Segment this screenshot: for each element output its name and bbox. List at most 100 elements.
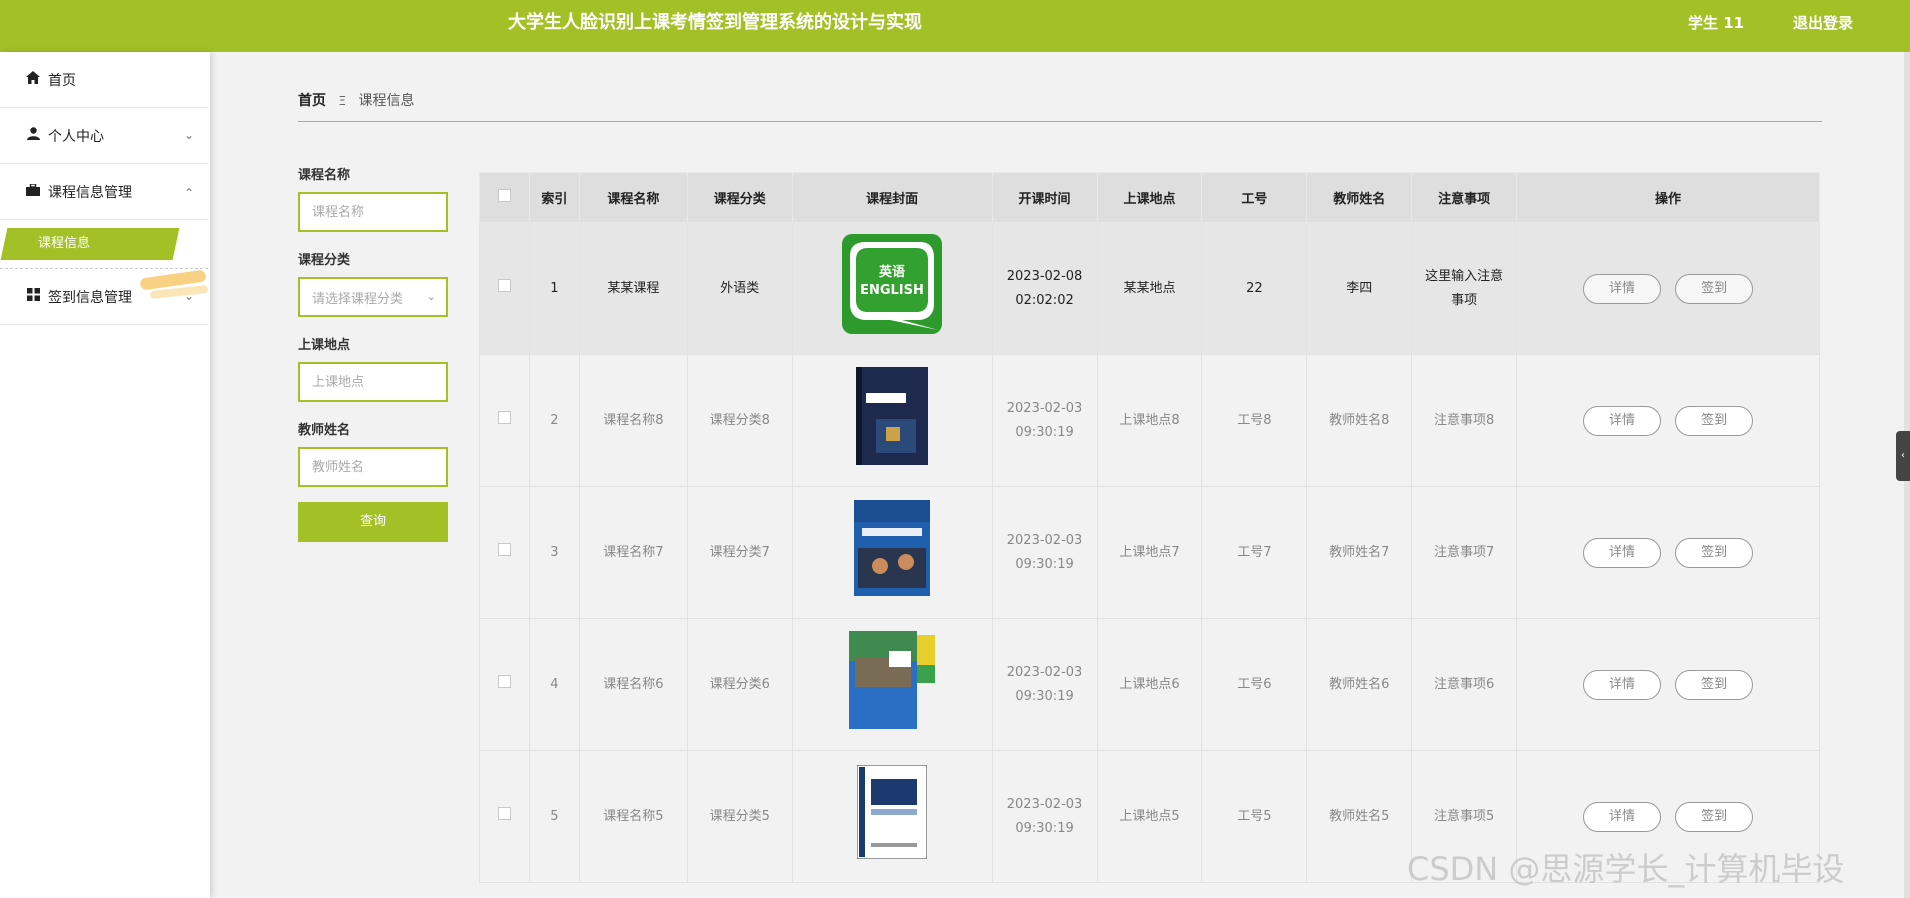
start-time: 09:30:19 — [1015, 820, 1074, 836]
breadcrumb-home[interactable]: 首页 — [298, 93, 326, 109]
cell-note: 注意事项7 — [1411, 486, 1518, 619]
table-row[interactable]: 4 课程名称6 课程分类6 2023-02-03 09:30:19 上课地点6 — [479, 618, 1820, 751]
course-name-label: 课程名称 — [298, 168, 351, 183]
current-user[interactable]: 学生 11 — [1688, 12, 1744, 33]
signin-button[interactable]: 签到 — [1675, 801, 1754, 832]
collapse-handle-icon[interactable]: ‹ — [1896, 431, 1910, 481]
detail-button[interactable]: 详情 — [1582, 273, 1661, 304]
signin-button[interactable]: 签到 — [1675, 537, 1754, 568]
location-input[interactable] — [298, 362, 448, 402]
sidebar-item-signin-management[interactable]: 签到信息管理 ⌄ — [0, 269, 208, 325]
cell-cover — [791, 486, 993, 619]
start-date: 2023-02-03 — [1006, 401, 1083, 417]
cell-job-no: 工号5 — [1201, 750, 1308, 883]
sidebar-item-home[interactable]: 首页 — [0, 52, 208, 108]
logout-button[interactable]: 退出登录 — [1793, 12, 1853, 33]
cell-job-no: 工号6 — [1201, 618, 1308, 751]
row-select-cell — [479, 618, 530, 751]
home-icon — [25, 71, 41, 88]
row-checkbox[interactable] — [497, 278, 511, 292]
cell-start-time: 2023-02-03 09:30:19 — [991, 486, 1098, 619]
app-title: 大学生人脸识别上课考情签到管理系统的设计与实现 — [508, 12, 922, 33]
row-checkbox[interactable] — [497, 410, 511, 424]
row-select-cell — [479, 354, 530, 487]
user-icon — [25, 127, 41, 144]
watermark: CSDN @思源学长_计算机毕设 — [1407, 850, 1845, 888]
cell-location: 上课地点7 — [1096, 486, 1203, 619]
detail-button[interactable]: 详情 — [1582, 405, 1661, 436]
category-select[interactable]: 请选择课程分类 ⌄ — [298, 277, 448, 317]
english-cover-image: 英语 ENGLISH — [842, 234, 943, 342]
table-row[interactable]: 2 课程名称8 课程分类8 2023-02-03 09:30:19 上课地点8 工… — [479, 354, 1820, 487]
svg-text:英语: 英语 — [878, 264, 905, 280]
cell-course-name: 课程名称6 — [578, 618, 688, 751]
select-all-checkbox[interactable] — [497, 189, 511, 202]
cell-actions: 详情 签到 — [1516, 222, 1820, 355]
cell-index: 5 — [528, 750, 580, 883]
course-name-input[interactable] — [298, 192, 448, 232]
start-time: 09:30:19 — [1015, 424, 1074, 440]
sidebar-subitem-label: 课程信息 — [38, 236, 91, 251]
chevron-down-icon: ⌄ — [183, 289, 194, 303]
signin-button[interactable]: 签到 — [1675, 273, 1754, 304]
signin-button[interactable]: 签到 — [1675, 405, 1754, 436]
row-checkbox[interactable] — [497, 542, 511, 556]
column-header: 索引 — [528, 172, 580, 223]
column-header: 课程名称 — [578, 172, 688, 223]
cell-teacher: 教师姓名6 — [1306, 618, 1413, 751]
category-select-placeholder: 请选择课程分类 — [312, 291, 404, 307]
cell-category: 外语类 — [686, 222, 793, 355]
cell-course-name: 课程名称5 — [578, 750, 688, 883]
sidebar-subitem-course-info[interactable]: 课程信息 — [0, 228, 180, 260]
start-date: 2023-02-03 — [1006, 665, 1083, 681]
row-checkbox[interactable] — [497, 674, 511, 688]
sidebar-item-course-management[interactable]: 课程信息管理 ⌃ — [0, 164, 208, 220]
query-button[interactable]: 查询 — [298, 502, 448, 542]
cell-start-time: 2023-02-03 09:30:19 — [991, 354, 1098, 487]
sidebar-item-personal-center[interactable]: 个人中心 ⌄ — [0, 108, 208, 164]
cell-cover — [791, 618, 993, 751]
detail-button[interactable]: 详情 — [1582, 537, 1661, 568]
sidebar-item-label: 首页 — [48, 72, 76, 89]
physics-book-cover-image — [849, 631, 936, 737]
row-select-cell — [479, 222, 530, 355]
cell-teacher: 教师姓名5 — [1306, 750, 1413, 883]
cell-actions: 详情 签到 — [1516, 486, 1820, 619]
table-row[interactable]: 1 某某课程 外语类 英语 ENGLISH 2023-02-08 02:02:02… — [479, 222, 1820, 355]
cell-note: 注意事项6 — [1411, 618, 1518, 751]
teacher-label: 教师姓名 — [298, 423, 351, 438]
cell-category: 课程分类7 — [686, 486, 793, 619]
cell-job-no: 22 — [1201, 222, 1308, 355]
table-row[interactable]: 3 课程名称7 课程分类7 2023-02-03 09:30:19 上课地点7 — [479, 486, 1820, 619]
start-time: 09:30:19 — [1015, 556, 1074, 572]
column-header: 工号 — [1201, 172, 1308, 223]
cell-location: 某某地点 — [1096, 222, 1203, 355]
column-header: 操作 — [1516, 172, 1820, 223]
cell-cover — [791, 354, 993, 487]
sidebar-item-label: 签到信息管理 — [48, 289, 132, 306]
cell-teacher: 教师姓名8 — [1306, 354, 1413, 487]
cell-start-time: 2023-02-03 09:30:19 — [991, 750, 1098, 883]
briefcase-icon — [25, 182, 41, 200]
cell-start-time: 2023-02-03 09:30:19 — [991, 618, 1098, 751]
cell-job-no: 工号7 — [1201, 486, 1308, 619]
cell-actions: 详情 签到 — [1516, 354, 1820, 487]
sidebar-item-label: 课程信息管理 — [48, 184, 132, 201]
select-all-cell — [479, 172, 530, 223]
teacher-input[interactable] — [298, 447, 448, 487]
cell-index: 3 — [528, 486, 580, 619]
course-table: 索引 课程名称 课程分类 课程封面 开课时间 上课地点 工号 教师姓名 注意事项… — [479, 172, 1820, 883]
detail-button[interactable]: 详情 — [1582, 801, 1661, 832]
cell-note: 这里输入注意事项 — [1411, 222, 1518, 355]
start-time: 09:30:19 — [1015, 688, 1074, 704]
cell-start-time: 2023-02-08 02:02:02 — [991, 222, 1098, 355]
cell-job-no: 工号8 — [1201, 354, 1308, 487]
location-label: 上课地点 — [298, 338, 351, 353]
chevron-down-icon: ⌄ — [426, 290, 436, 303]
row-checkbox[interactable] — [497, 806, 511, 820]
cell-index: 4 — [528, 618, 580, 751]
cell-actions: 详情 签到 — [1516, 618, 1820, 751]
detail-button[interactable]: 详情 — [1582, 669, 1661, 700]
signin-button[interactable]: 签到 — [1675, 669, 1754, 700]
table-header-row: 索引 课程名称 课程分类 课程封面 开课时间 上课地点 工号 教师姓名 注意事项… — [479, 172, 1820, 223]
